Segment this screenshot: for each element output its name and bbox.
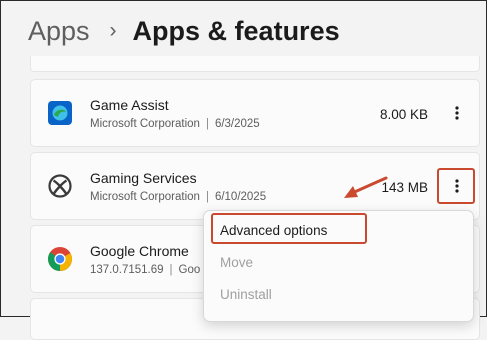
app-name: Google Chrome bbox=[90, 243, 189, 259]
annotation-highlight-advanced-options bbox=[211, 213, 367, 244]
page-title: Apps & features bbox=[132, 15, 340, 46]
breadcrumb-apps-link[interactable]: Apps bbox=[28, 16, 90, 47]
meta-separator: | bbox=[169, 264, 173, 276]
list-item-previous bbox=[30, 56, 480, 72]
app-name: Game Assist bbox=[90, 97, 169, 113]
xbox-icon bbox=[48, 174, 72, 198]
chrome-icon bbox=[48, 247, 73, 272]
breadcrumb: Apps › Apps & features bbox=[28, 14, 340, 48]
annotation-arrow-icon bbox=[344, 176, 388, 198]
app-publisher: Microsoft Corporation bbox=[90, 191, 200, 203]
meta-separator: | bbox=[205, 118, 209, 130]
app-publisher: Microsoft Corporation bbox=[90, 118, 200, 130]
annotation-highlight-more-button bbox=[437, 168, 475, 204]
app-publisher: Goo bbox=[178, 264, 201, 276]
more-options-button[interactable] bbox=[444, 100, 470, 126]
app-meta: Microsoft Corporation | 6/10/2025 bbox=[90, 191, 266, 203]
app-meta: 137.0.7151.69 | Goo bbox=[90, 264, 200, 276]
app-name: Gaming Services bbox=[90, 170, 197, 186]
app-version: 137.0.7151.69 bbox=[90, 264, 164, 276]
menu-item-move: Move bbox=[220, 255, 254, 270]
app-install-date: 6/3/2025 bbox=[214, 118, 260, 130]
app-install-date: 6/10/2025 bbox=[214, 191, 267, 203]
app-meta: Microsoft Corporation | 6/3/2025 bbox=[90, 118, 260, 130]
meta-separator: | bbox=[205, 191, 209, 203]
game-assist-icon bbox=[48, 101, 72, 125]
more-vertical-icon bbox=[455, 106, 459, 120]
menu-item-uninstall: Uninstall bbox=[220, 287, 272, 302]
app-size: 8.00 KB bbox=[379, 107, 428, 122]
chevron-right-icon: › bbox=[109, 19, 117, 42]
list-item-game-assist[interactable]: Game Assist Microsoft Corporation | 6/3/20… bbox=[30, 79, 480, 147]
